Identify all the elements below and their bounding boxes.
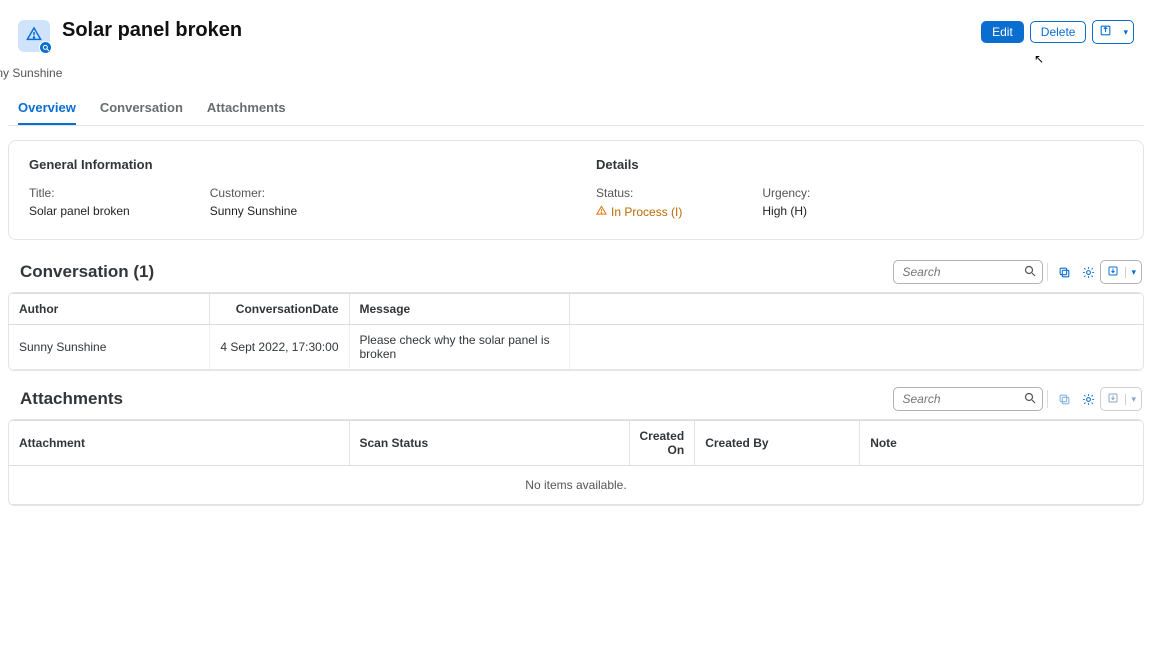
title-label: Title: — [29, 186, 130, 200]
cell-author: Sunny Sunshine — [9, 325, 209, 370]
page-title: Solar panel broken — [62, 18, 242, 42]
attachments-empty: No items available. — [9, 466, 1143, 505]
cell-date: 4 Sept 2022, 17:30:00 — [209, 325, 349, 370]
incident-icon — [18, 20, 50, 52]
search-icon — [1024, 265, 1036, 280]
urgency-label: Urgency: — [762, 186, 810, 200]
conversation-search[interactable] — [893, 260, 1043, 284]
col-message[interactable]: Message — [349, 294, 569, 325]
status-label: Status: — [596, 186, 682, 200]
col-createdby[interactable]: Created By — [695, 421, 860, 466]
col-spacer — [569, 294, 1143, 325]
col-author[interactable]: Author — [9, 294, 209, 325]
title-value: Solar panel broken — [29, 204, 130, 218]
conversation-heading: Conversation (1) — [20, 262, 154, 282]
status-value: In Process (I) — [611, 205, 682, 219]
attachments-search[interactable] — [893, 387, 1043, 411]
copy-icon[interactable] — [1052, 260, 1076, 284]
conversation-search-input[interactable] — [902, 265, 1024, 279]
export-menu-button[interactable]: ▾ — [1100, 260, 1142, 284]
edit-button[interactable]: Edit — [981, 21, 1024, 43]
tab-overview[interactable]: Overview — [18, 100, 76, 125]
attachments-heading: Attachments — [20, 389, 123, 409]
export-icon — [1101, 265, 1125, 280]
tab-conversation[interactable]: Conversation — [100, 100, 183, 125]
customer-label: Customer: — [210, 186, 297, 200]
gear-icon[interactable] — [1076, 260, 1100, 284]
conversation-table: Author ConversationDate Message Sunny Su… — [9, 293, 1143, 370]
general-heading: General Information — [29, 157, 556, 172]
chevron-down-icon: ▾ — [1125, 394, 1141, 405]
delete-button[interactable]: Delete — [1030, 21, 1087, 43]
details-heading: Details — [596, 157, 1123, 172]
col-createdon[interactable]: Created On — [629, 421, 695, 466]
attachments-search-input[interactable] — [902, 392, 1024, 406]
page-subtitle: Sunny Sunshine — [0, 66, 242, 80]
magnifier-badge-icon — [39, 41, 52, 54]
attachments-table: Attachment Scan Status Created On Create… — [9, 420, 1143, 505]
col-note[interactable]: Note — [860, 421, 1143, 466]
copy-icon[interactable] — [1052, 387, 1076, 411]
table-row[interactable]: Sunny Sunshine 4 Sept 2022, 17:30:00 Ple… — [9, 325, 1143, 370]
share-icon — [1093, 21, 1118, 43]
chevron-down-icon: ▾ — [1118, 24, 1133, 41]
export-menu-button[interactable]: ▾ — [1100, 387, 1142, 411]
customer-value: Sunny Sunshine — [210, 204, 297, 218]
col-date[interactable]: ConversationDate — [209, 294, 349, 325]
col-attachment[interactable]: Attachment — [9, 421, 349, 466]
search-icon — [1024, 392, 1036, 407]
chevron-down-icon: ▾ — [1125, 267, 1141, 278]
share-menu-button[interactable]: ▾ — [1092, 20, 1134, 44]
tab-bar: Overview Conversation Attachments — [8, 84, 1144, 126]
attachments-section: Attachments ▾ — [8, 381, 1144, 506]
urgency-value: High (H) — [762, 204, 810, 218]
page-header: Solar panel broken Sunny Sunshine Edit D… — [8, 8, 1144, 84]
tab-attachments[interactable]: Attachments — [207, 100, 286, 125]
export-icon — [1101, 392, 1125, 407]
cell-message: Please check why the solar panel is brok… — [349, 325, 569, 370]
info-card: General Information Title: Solar panel b… — [8, 140, 1144, 240]
col-scanstatus[interactable]: Scan Status — [349, 421, 629, 466]
gear-icon[interactable] — [1076, 387, 1100, 411]
warning-icon — [596, 205, 607, 219]
conversation-section: Conversation (1) ▾ — [8, 254, 1144, 371]
